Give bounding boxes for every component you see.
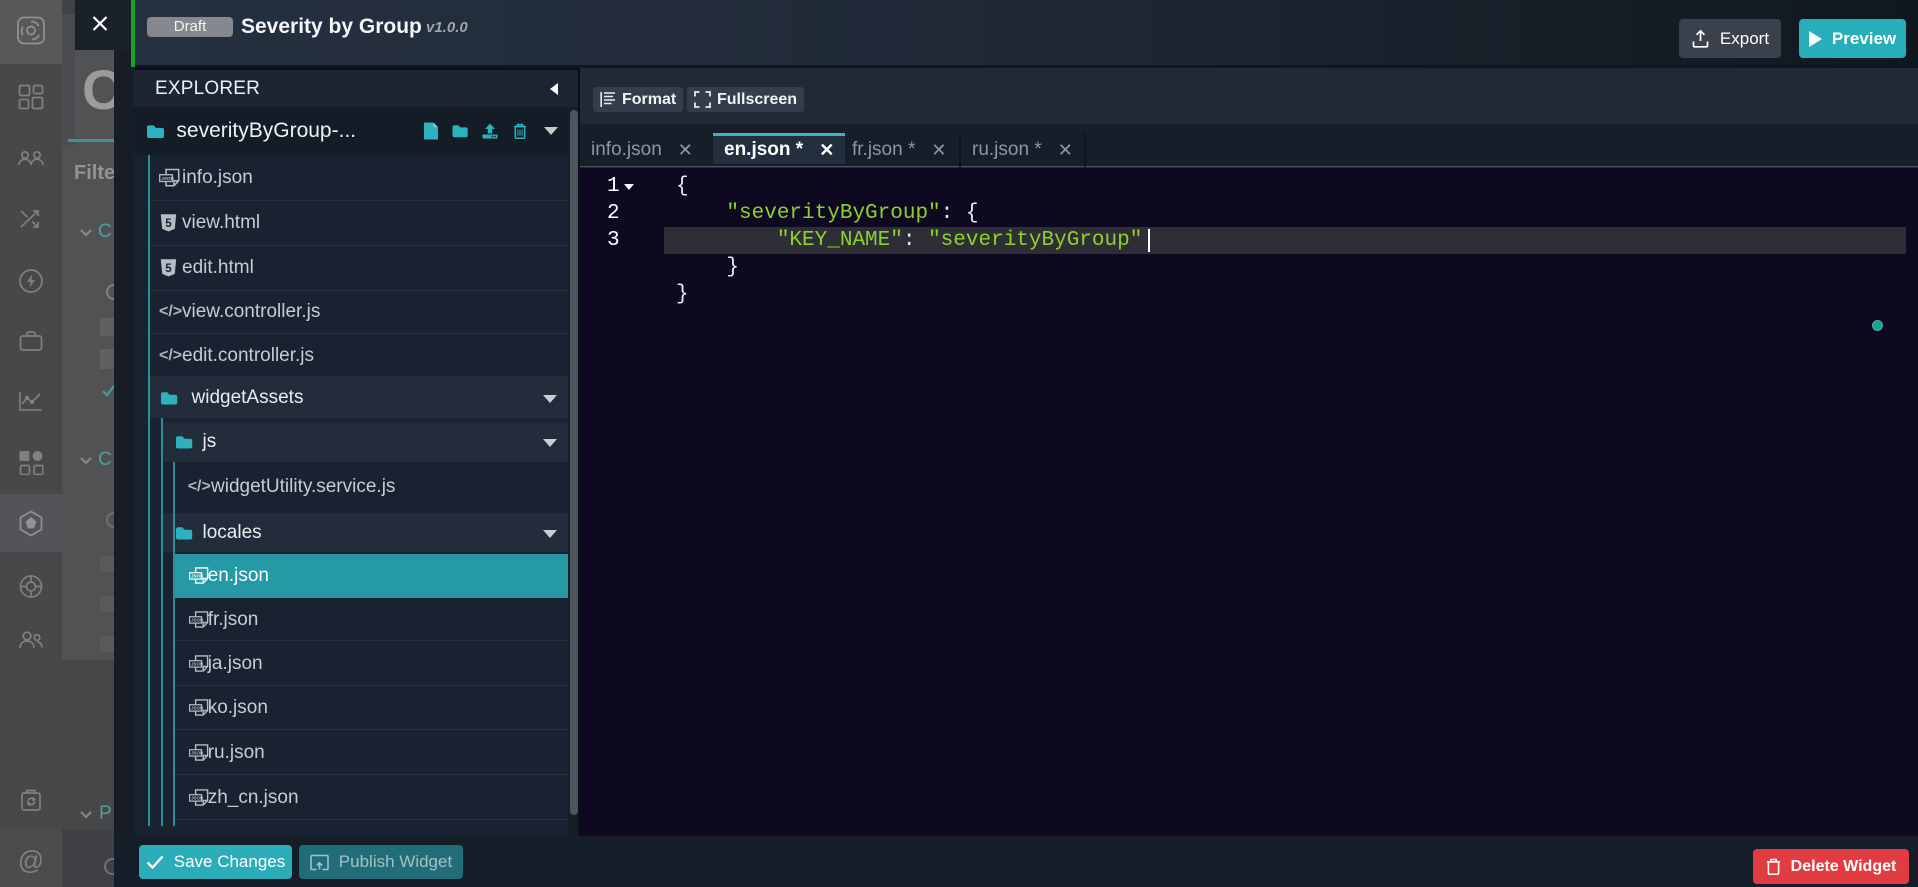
svg-text:JSON: JSON xyxy=(191,574,203,579)
svg-text:JSON: JSON xyxy=(191,750,203,755)
svg-text:JSON: JSON xyxy=(191,705,203,710)
svg-text:5: 5 xyxy=(165,263,172,275)
svg-text:JSON: JSON xyxy=(161,176,174,181)
svg-text:JSON: JSON xyxy=(191,617,203,622)
svg-text:5: 5 xyxy=(165,218,172,230)
svg-text:JSON: JSON xyxy=(191,661,203,666)
svg-text:JSON: JSON xyxy=(191,795,203,800)
